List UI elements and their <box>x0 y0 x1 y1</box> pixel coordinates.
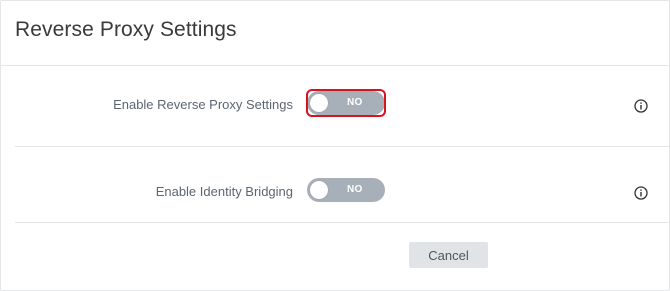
identity-bridging-label: Enable Identity Bridging <box>155 184 293 199</box>
header-divider <box>1 65 669 66</box>
footer-divider <box>15 222 669 223</box>
reverse-proxy-settings-dialog: Reverse Proxy Settings Enable Reverse Pr… <box>0 0 670 291</box>
reverse-proxy-label: Enable Reverse Proxy Settings <box>113 97 293 112</box>
info-circle-icon[interactable] <box>634 99 648 113</box>
identity-bridging-toggle[interactable]: NO <box>307 178 385 202</box>
toggle-state-label: NO <box>347 97 363 108</box>
toggle-knob <box>310 181 328 199</box>
dialog-title: Reverse Proxy Settings <box>15 18 237 41</box>
reverse-proxy-toggle[interactable]: NO <box>307 91 385 115</box>
toggle-knob <box>310 94 328 112</box>
toggle-state-label: NO <box>347 184 363 195</box>
row-divider <box>15 146 669 147</box>
info-circle-icon[interactable] <box>634 186 648 200</box>
cancel-button[interactable]: Cancel <box>409 242 488 268</box>
